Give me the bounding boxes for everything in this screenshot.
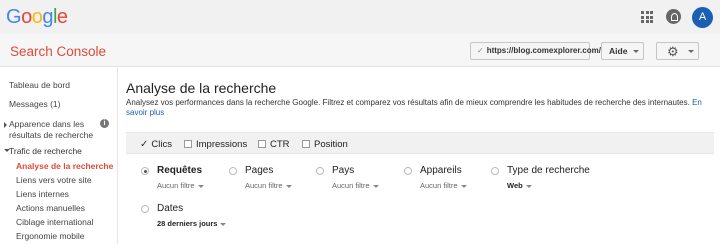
dimension-queries-filter[interactable]: Aucun filtre [157,181,204,190]
dimension-search-type-label[interactable]: Type de recherche [507,165,590,176]
chevron-down-icon [372,184,379,188]
notifications-icon[interactable] [666,9,681,24]
logo-letter-2: o [21,6,32,28]
checkbox-icon [258,140,266,148]
filter-label: Aucun filtre [245,181,283,190]
metric-ctr-checkbox[interactable]: CTR [258,139,290,150]
site-selector[interactable]: ✓ https://blog.comexplorer.com/ [470,42,611,60]
sidebar-item-search-analytics[interactable]: Analyse de la recherche [16,161,113,171]
check-icon: ✓ [477,46,484,55]
sidebar-item-manual-actions[interactable]: Actions manuelles [16,203,85,213]
metric-label: Impressions [196,139,248,150]
search-console-header: Search Console ✓ https://blog.comexplorer… [0,34,720,67]
google-bar: Google A [0,0,720,34]
dimension-devices-label[interactable]: Appareils [420,165,462,176]
metric-label: Clics [151,139,172,150]
metric-label: Position [314,139,348,150]
filter-label: 28 derniers jours [157,219,218,228]
chevron-down-icon [688,50,694,53]
chevron-down-icon [197,184,204,188]
metric-label: CTR [270,139,290,150]
dimension-pages-radio[interactable] [229,167,237,175]
dimension-devices-radio[interactable] [404,167,412,175]
metric-clicks-checkbox[interactable]: ✓ Clics [140,139,172,150]
help-label: Aide [609,46,628,56]
page-title: Analyse de la recherche [126,80,277,96]
gear-icon: ⚙ [667,44,679,59]
chevron-down-icon [460,184,467,188]
dimension-devices-filter[interactable]: Aucun filtre [420,181,467,190]
checkbox-icon [184,140,192,148]
dimension-dates-radio[interactable] [141,205,149,213]
logo-letter-4: g [42,6,53,28]
sidebar: Tableau de bord Messages (1) Apparence d… [0,68,118,244]
chevron-down-icon [285,184,292,188]
dimension-pages-label[interactable]: Pages [245,165,273,176]
description-text: Analysez vos performances dans la recher… [126,98,690,107]
filter-label: Aucun filtre [420,181,458,190]
dimension-countries-filter[interactable]: Aucun filtre [332,181,379,190]
dimension-search-type-radio[interactable] [491,167,499,175]
dimension-countries-label[interactable]: Pays [332,165,354,176]
info-icon[interactable]: i [100,119,109,128]
dimension-dates-label[interactable]: Dates [157,203,183,214]
sidebar-item-search-traffic[interactable]: Trafic de recherche [9,146,82,157]
dimension-search-type-filter[interactable]: Web [507,181,532,190]
settings-button[interactable]: ⚙ [656,42,699,60]
page-description: Analysez vos performances dans la recher… [126,98,711,118]
dimension-queries-label[interactable]: Requêtes [157,165,202,176]
dimension-pages-filter[interactable]: Aucun filtre [245,181,292,190]
app-title[interactable]: Search Console [10,44,106,59]
google-logo[interactable]: Google [6,6,68,29]
dimension-queries-radio[interactable] [141,167,149,175]
chevron-down-icon [525,184,532,188]
sidebar-item-mobile-usability[interactable]: Ergonomie mobile [16,231,85,241]
logo-letter-6: e [56,6,68,28]
filter-label: Web [507,181,523,190]
sidebar-item-messages[interactable]: Messages (1) [9,99,61,110]
filter-label: Aucun filtre [332,181,370,190]
sidebar-item-internal-links[interactable]: Liens internes [16,189,69,199]
metric-position-checkbox[interactable]: Position [302,139,348,150]
logo-letter-3: o [31,6,43,28]
sidebar-item-dashboard[interactable]: Tableau de bord [9,80,70,91]
filter-label: Aucun filtre [157,181,195,190]
checkbox-icon [302,140,310,148]
chevron-down-icon [220,222,227,226]
dimension-dates-filter[interactable]: 28 derniers jours [157,219,227,228]
avatar[interactable]: A [692,7,713,28]
checkmark-icon: ✓ [140,139,149,150]
site-url: https://blog.comexplorer.com/ [486,46,601,55]
sidebar-item-label: Apparence dans les [9,119,85,129]
metrics-bar: ✓ Clics Impressions CTR Position [126,132,714,154]
sidebar-item-label: résultats de recherche [9,130,94,140]
dimension-countries-radio[interactable] [316,167,324,175]
logo-letter-1: G [6,6,22,28]
expand-right-icon[interactable] [4,122,7,128]
chevron-down-icon [633,50,640,54]
sidebar-item-links-to-site[interactable]: Liens vers votre site [16,175,92,185]
sidebar-item-international-targeting[interactable]: Ciblage international [16,217,94,227]
help-button[interactable]: Aide [601,42,644,60]
metric-impressions-checkbox[interactable]: Impressions [184,139,247,150]
sidebar-item-search-appearance[interactable]: Apparence dans les résultats de recherch… [9,119,93,141]
apps-grid-icon[interactable] [641,11,653,23]
